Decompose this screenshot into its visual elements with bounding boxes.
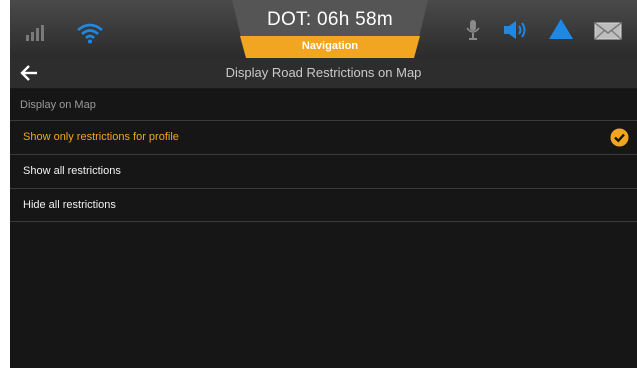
- alert-triangle-icon[interactable]: [548, 18, 574, 45]
- dot-timer-text: DOT: 06h 58m: [266, 9, 394, 30]
- mode-label: Navigation: [301, 40, 359, 52]
- signal-bars-icon: [26, 25, 48, 46]
- microphone-icon[interactable]: [466, 20, 480, 45]
- device-screen: DOT: 06h 58m Navigation Display Road Res…: [10, 0, 637, 368]
- option-show-profile-restrictions[interactable]: Show only restrictions for profile: [10, 120, 637, 154]
- page-header: Display Road Restrictions on Map: [10, 58, 637, 89]
- option-hide-all-restrictions[interactable]: Hide all restrictions: [10, 188, 637, 222]
- page-title: Display Road Restrictions on Map: [225, 65, 422, 80]
- option-show-all-restrictions[interactable]: Show all restrictions: [10, 154, 637, 188]
- wifi-icon: [76, 22, 104, 49]
- dot-timer-tab[interactable]: DOT: 06h 58m Navigation: [232, 0, 428, 58]
- section-label: Display on Map: [20, 99, 96, 111]
- mail-icon[interactable]: [594, 22, 622, 45]
- status-bar: DOT: 06h 58m Navigation: [10, 0, 637, 58]
- divider: [10, 221, 637, 222]
- option-label: Show only restrictions for profile: [23, 131, 179, 143]
- option-label: Show all restrictions: [23, 165, 121, 177]
- speaker-icon[interactable]: [502, 20, 530, 45]
- checkmark-icon: [610, 128, 629, 152]
- option-label: Hide all restrictions: [23, 199, 116, 211]
